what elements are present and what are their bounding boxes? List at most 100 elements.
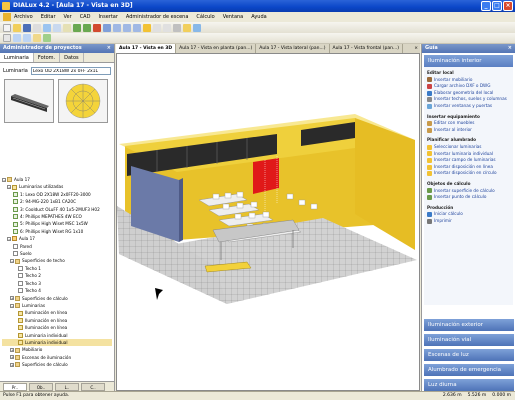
tree-item[interactable]: − Luminarias utilizadas <box>2 183 112 190</box>
select-icon[interactable] <box>3 34 11 42</box>
tab-project[interactable]: Pr.. <box>3 383 27 391</box>
expand-icon[interactable]: + <box>10 296 14 301</box>
minimize-button[interactable]: _ <box>481 1 491 11</box>
tab-luminaires[interactable]: L.. <box>55 383 79 391</box>
tree-item[interactable]: 5: Phillips High Wiset MSC 1x5W <box>2 220 112 227</box>
copy-icon[interactable] <box>53 23 61 32</box>
guide-link[interactable]: Insertar campo de luminarias <box>427 157 510 164</box>
close-button[interactable]: × <box>503 1 513 11</box>
side-view-icon[interactable] <box>123 23 131 32</box>
tab-luminaria[interactable]: Luminaria <box>0 53 34 62</box>
tree-item[interactable]: 1: Lexo OD 2X18W 2x0FF20-3000 <box>2 191 112 198</box>
tab-fotometria[interactable]: Fotom. <box>34 53 61 62</box>
tab-side-view[interactable]: Aula 17 - Vista lateral (pan...) <box>256 44 330 53</box>
tree-item[interactable]: − Aula 17 <box>2 235 112 242</box>
tree-item[interactable]: 4: Phillips MEPATHES 4W ECO <box>2 213 112 220</box>
guide-link[interactable]: Imprimir <box>427 218 510 225</box>
tree-item[interactable]: + Mobiliario <box>2 346 112 353</box>
maximize-button[interactable]: □ <box>492 1 502 11</box>
tree-item[interactable]: + Superficies de cálculo <box>2 361 112 368</box>
guide-link[interactable]: Iniciar cálculo <box>427 211 510 218</box>
tab-plan-view[interactable]: Aula 17 - Vista en planta (pan...) <box>176 44 257 53</box>
tree-item[interactable]: + Escenas de iluminación <box>2 354 112 361</box>
3d-viewport[interactable] <box>116 53 420 391</box>
luminaire-name-field[interactable] <box>30 67 111 75</box>
tree-item[interactable]: 6: Phillips High Wiset RG 1x10 <box>2 228 112 235</box>
zoom-in-icon[interactable] <box>153 23 161 32</box>
menu-archivo[interactable]: Archivo <box>14 14 33 20</box>
save-icon[interactable] <box>23 23 31 32</box>
expand-icon[interactable]: + <box>10 348 14 353</box>
zoom-out-icon[interactable] <box>163 23 171 32</box>
guide-link[interactable]: Insertar mobiliario <box>427 77 510 84</box>
light-scenes-button[interactable]: Escenas de luz <box>424 349 514 361</box>
tree-item[interactable]: + Superficies de cálculo <box>2 295 112 302</box>
expand-icon[interactable]: − <box>10 303 14 308</box>
print-icon[interactable] <box>33 23 41 32</box>
guide-link[interactable]: Seleccionar luminarias <box>427 144 510 151</box>
expand-icon[interactable]: − <box>7 236 11 241</box>
guide-link[interactable]: Insertar disposición en línea <box>427 164 510 171</box>
expand-icon[interactable]: − <box>7 185 11 190</box>
orbit-icon[interactable] <box>23 34 31 42</box>
menu-cad[interactable]: CAD <box>80 14 91 20</box>
interior-lighting-header[interactable]: Iluminación interior <box>424 55 513 67</box>
menu-insertar[interactable]: Insertar <box>98 14 117 20</box>
tree-item[interactable]: − Superficies de techo <box>2 257 112 264</box>
tree-item[interactable]: Pared <box>2 243 112 250</box>
guide-link[interactable]: Insertar punto de cálculo <box>427 194 510 201</box>
plan-view-icon[interactable] <box>113 23 121 32</box>
close-icon[interactable]: × <box>508 44 512 53</box>
daylight-button[interactable]: Luz diurna <box>424 379 514 391</box>
menu-calculo[interactable]: Cálculo <box>196 14 214 20</box>
tree-item[interactable]: − Aula 17 <box>2 176 112 183</box>
paste-icon[interactable] <box>63 23 71 32</box>
guide-link[interactable]: Insertar ventanas y puertas <box>427 103 510 110</box>
front-view-icon[interactable] <box>133 23 141 32</box>
tab-front-view[interactable]: Aula 17 - Vista frontal (pan...) <box>330 44 404 53</box>
expand-icon[interactable]: + <box>10 355 14 360</box>
guide-link[interactable]: Insertar techos, suelos y columnas <box>427 96 510 103</box>
tree-item[interactable]: Iluminación en línea <box>2 324 112 331</box>
expand-icon[interactable]: − <box>10 259 14 264</box>
tree-item[interactable]: Suelo <box>2 250 112 257</box>
redo-icon[interactable] <box>83 23 91 32</box>
open-icon[interactable] <box>13 23 21 32</box>
emergency-lighting-button[interactable]: Alumbrado de emergencia <box>424 364 514 376</box>
wireframe-icon[interactable] <box>33 34 41 42</box>
menu-scene[interactable]: Administrador de escena <box>126 14 188 20</box>
menu-ayuda[interactable]: Ayuda <box>251 14 266 20</box>
tab-datos[interactable]: Datos <box>60 53 84 62</box>
cut-icon[interactable] <box>43 23 51 32</box>
expand-icon[interactable]: + <box>10 362 14 367</box>
menu-ver[interactable]: Ver <box>64 14 72 20</box>
pan-icon[interactable] <box>13 34 21 42</box>
tree-item[interactable]: Luminaria individual <box>2 332 112 339</box>
guide-link[interactable]: Cargar archivo DXF o DWG <box>427 83 510 90</box>
delete-icon[interactable] <box>93 23 101 32</box>
tree-item-selected[interactable]: Luminaria individual <box>2 338 112 347</box>
expand-icon[interactable]: − <box>2 177 6 182</box>
rotate-icon[interactable] <box>173 23 181 32</box>
help-icon[interactable] <box>193 23 201 32</box>
light-icon[interactable] <box>143 23 151 32</box>
render-icon[interactable] <box>43 34 51 42</box>
tree-item[interactable]: Techo 3 <box>2 280 112 287</box>
tree-item[interactable]: 2: 94-MG-220 1xB1 CA20C <box>2 198 112 205</box>
tree-item[interactable]: Iluminación en línea <box>2 317 112 324</box>
undo-icon[interactable] <box>73 23 81 32</box>
view3d-icon[interactable] <box>103 23 111 32</box>
guide-link[interactable]: Insertar disposición en círculo <box>427 170 510 177</box>
close-tab-icon[interactable]: × <box>414 44 418 53</box>
tree-item[interactable]: 3: Coolduct OLuFF 40 1x5-2MUF3 H02 <box>2 206 112 213</box>
new-icon[interactable] <box>3 23 11 32</box>
exterior-lighting-button[interactable]: Iluminación exterior <box>424 319 514 331</box>
tree-item[interactable]: − Luminarias <box>2 302 112 309</box>
tree-item[interactable]: Techo 4 <box>2 287 112 294</box>
guide-link[interactable]: Insertar al interior <box>427 127 510 134</box>
tab-3d-view[interactable]: Aula 17 - Vista en 3D <box>116 44 177 53</box>
guide-link[interactable]: Elaborar geometría del local <box>427 90 510 97</box>
guide-link[interactable]: Editar con muebles <box>427 120 510 127</box>
menu-editar[interactable]: Editar <box>41 14 56 20</box>
tab-objects[interactable]: Ob.. <box>29 383 53 391</box>
